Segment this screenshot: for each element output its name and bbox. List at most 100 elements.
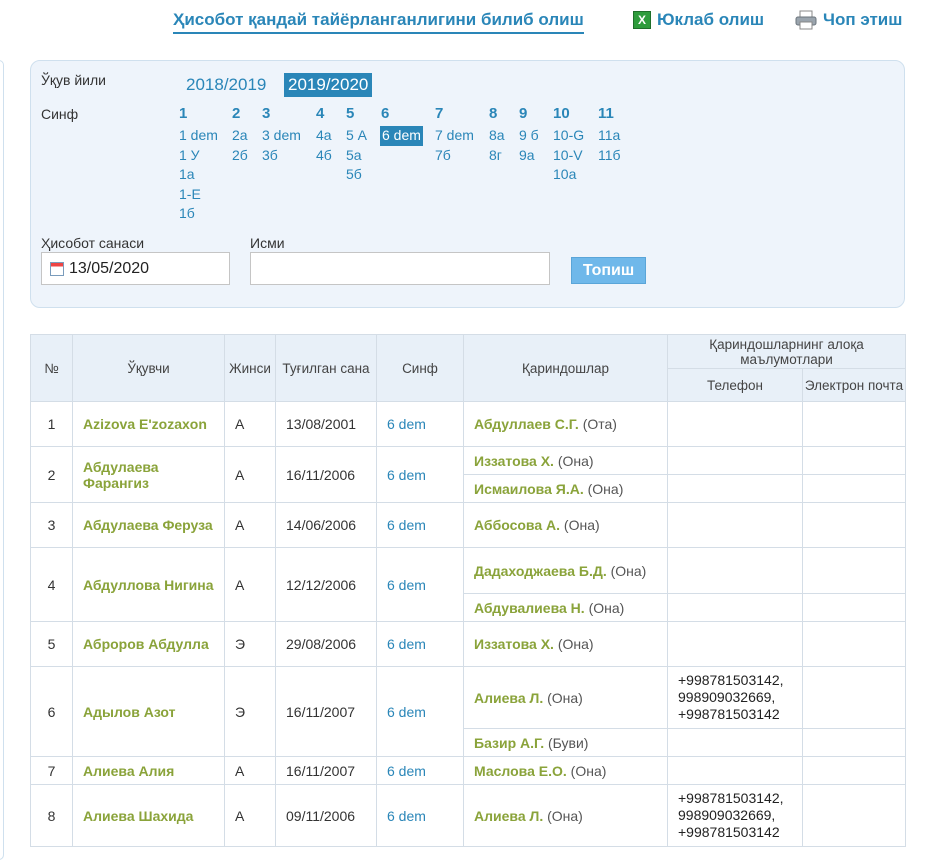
- year-label: Ўқув йили: [41, 72, 106, 88]
- grade-column: 10 10-G 10-V 10а: [553, 105, 584, 185]
- name-input[interactable]: [250, 252, 550, 285]
- email-cell: [802, 784, 906, 847]
- class-option[interactable]: 8г: [489, 146, 505, 166]
- relative-cell: Алиева Л. (Она): [463, 666, 668, 729]
- search-button[interactable]: Топиш: [571, 257, 646, 284]
- relative-name-link[interactable]: Иззатова Х.: [474, 453, 554, 469]
- birth-date-cell: 16/11/2007: [275, 756, 377, 785]
- relative-name-link[interactable]: Исмаилова Я.А.: [474, 481, 584, 497]
- student-name-link[interactable]: Адылов Азот: [83, 704, 176, 720]
- class-cell: 6 dem: [376, 446, 464, 503]
- student-name-link[interactable]: Абдуллова Нигина: [83, 577, 214, 593]
- class-option[interactable]: 11а: [598, 126, 621, 146]
- student-name-link[interactable]: Алиева Шахида: [83, 808, 193, 824]
- class-link[interactable]: 6 dem: [387, 704, 426, 720]
- birth-date-cell: 09/11/2006: [275, 784, 377, 847]
- grade-label: Синф: [41, 106, 79, 122]
- table-row: 3 Абдулаева Феруза А 14/06/2006 6 dem Аббосов…: [30, 502, 906, 548]
- class-link[interactable]: 6 dem: [387, 808, 426, 824]
- class-option[interactable]: 2б: [232, 146, 248, 166]
- relative-name-link[interactable]: Алиева Л.: [474, 690, 543, 706]
- class-option[interactable]: 9 б: [519, 126, 539, 146]
- class-option[interactable]: 7 dem: [435, 126, 474, 146]
- class-cell: 6 dem: [376, 547, 464, 622]
- grade-column: 3 3 dem 3б: [262, 105, 301, 165]
- year-option-2019-selected[interactable]: 2019/2020: [284, 73, 373, 97]
- class-option[interactable]: 3б: [262, 146, 301, 166]
- class-option[interactable]: 10-G: [553, 126, 584, 146]
- report-help-link[interactable]: Ҳисобот қандай тайёрланганлигини билиб о…: [173, 10, 584, 34]
- grade-number: 3: [262, 105, 271, 122]
- email-cell: [802, 621, 906, 667]
- class-option[interactable]: 5б: [346, 165, 367, 185]
- class-option[interactable]: 4а: [316, 126, 332, 146]
- class-cell: 6 dem: [376, 784, 464, 847]
- row-number: 2: [30, 446, 73, 503]
- report-date-field[interactable]: 13/05/2020: [41, 252, 230, 285]
- relative-type: (Она): [557, 452, 594, 469]
- relative-name-link[interactable]: Базир А.Г.: [474, 735, 544, 751]
- student-name-link[interactable]: Абдулаева Феруза: [83, 517, 213, 533]
- col-header-phone: Телефон: [667, 368, 803, 402]
- relative-name-link[interactable]: Абдувалиева Н.: [474, 600, 585, 616]
- student-name-cell: Абдуллова Нигина: [72, 547, 225, 622]
- student-name-link[interactable]: Azizova E'zozaxon: [83, 416, 207, 432]
- grade-column: 11 11а 11б: [598, 105, 621, 165]
- class-option[interactable]: 9а: [519, 146, 539, 166]
- class-link[interactable]: 6 dem: [387, 467, 426, 483]
- class-option[interactable]: 1 dem: [179, 126, 218, 146]
- class-option[interactable]: 1а: [179, 165, 218, 185]
- relative-name-link[interactable]: Иззатова Х.: [474, 636, 554, 652]
- class-option[interactable]: 5а: [346, 146, 367, 166]
- email-cell: [802, 502, 906, 548]
- email-cell: [802, 728, 906, 757]
- calendar-icon[interactable]: [50, 261, 64, 276]
- class-link[interactable]: 6 dem: [387, 763, 426, 779]
- download-button[interactable]: X Юклаб олиш: [633, 10, 764, 30]
- class-link[interactable]: 6 dem: [387, 517, 426, 533]
- grade-column: 2 2а 2б: [232, 105, 248, 165]
- email-cell: [802, 666, 906, 729]
- email-cell: [802, 756, 906, 785]
- col-header-email: Электрон почта: [802, 368, 906, 402]
- class-option[interactable]: 1б: [179, 204, 218, 224]
- class-option-selected[interactable]: 6 dem: [380, 126, 423, 146]
- class-option[interactable]: 11б: [598, 146, 621, 166]
- class-option[interactable]: 4б: [316, 146, 332, 166]
- relative-name-link[interactable]: Абдуллаев С.Г.: [474, 416, 579, 432]
- student-name-link[interactable]: Абдулаева Фарангиз: [83, 459, 159, 491]
- class-option[interactable]: 2а: [232, 126, 248, 146]
- relative-type: (Она): [570, 762, 607, 779]
- class-option[interactable]: 7б: [435, 146, 474, 166]
- grade-column: 6 6 dem: [380, 105, 423, 146]
- class-option[interactable]: 1 У: [179, 146, 218, 166]
- class-option[interactable]: 10а: [553, 165, 584, 185]
- class-link[interactable]: 6 dem: [387, 577, 426, 593]
- relative-cell: Аббосова А. (Она): [463, 502, 668, 548]
- student-name-link[interactable]: Алиева Алия: [83, 763, 174, 779]
- col-header-student: Ўқувчи: [72, 334, 225, 402]
- class-option[interactable]: 8а: [489, 126, 505, 146]
- relative-cell: Дадаходжаева Б.Д. (Она): [463, 547, 668, 594]
- relative-name-link[interactable]: Дадаходжаева Б.Д.: [474, 563, 607, 579]
- class-option[interactable]: 3 dem: [262, 126, 301, 146]
- grade-column: 4 4а 4б: [316, 105, 332, 165]
- class-option[interactable]: 5 А: [346, 126, 367, 146]
- gender-cell: А: [224, 502, 276, 548]
- student-name-link[interactable]: Аброров Абдулла: [83, 636, 209, 652]
- relative-name-link[interactable]: Алиева Л.: [474, 808, 543, 824]
- relative-name-link[interactable]: Маслова Е.О.: [474, 763, 567, 779]
- students-table: № Ўқувчи Жинси Туғилган сана Синф Қаринд…: [30, 334, 906, 847]
- year-option-2018[interactable]: 2018/2019: [182, 73, 270, 97]
- grade-number: 9: [519, 105, 528, 122]
- email-cell: [802, 547, 906, 594]
- class-link[interactable]: 6 dem: [387, 636, 426, 652]
- grade-number: 8: [489, 105, 498, 122]
- class-link[interactable]: 6 dem: [387, 416, 426, 432]
- class-option[interactable]: 1-Е: [179, 185, 218, 205]
- phone-cell: +998781503142, 998909032669, +9987815031…: [667, 666, 803, 729]
- gender-cell: Э: [224, 621, 276, 667]
- relative-name-link[interactable]: Аббосова А.: [474, 517, 560, 533]
- class-option[interactable]: 10-V: [553, 146, 584, 166]
- print-button[interactable]: Чоп этиш: [795, 10, 902, 30]
